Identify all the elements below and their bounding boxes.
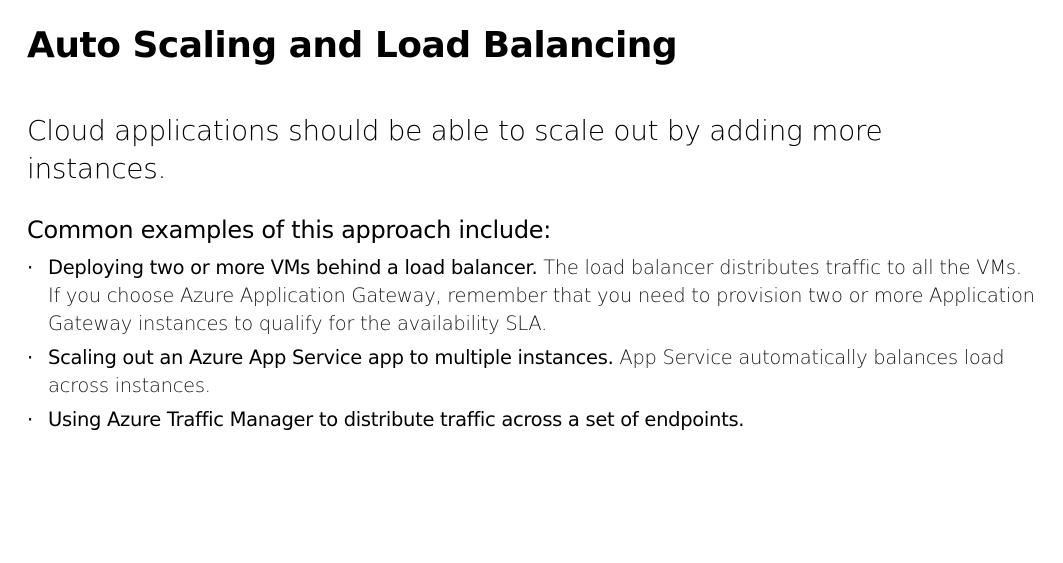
bullet-marker: ·	[27, 408, 33, 431]
list-item: · Deploying two or more VMs behind a loa…	[27, 254, 1037, 338]
examples-heading: Common examples of this approach include…	[27, 216, 552, 244]
bullet-lead: Using Azure Traffic Manager to distribut…	[48, 408, 745, 431]
list-item: · Scaling out an Azure App Service app t…	[27, 344, 1037, 400]
bullet-lead: Scaling out an Azure App Service app to …	[48, 346, 614, 369]
list-item: · Using Azure Traffic Manager to distrib…	[27, 406, 1037, 434]
slide: Auto Scaling and Load Balancing Cloud ap…	[0, 0, 1063, 563]
intro-text: Cloud applications should be able to sca…	[27, 114, 883, 185]
bullet-marker: ·	[27, 256, 33, 279]
bullet-marker: ·	[27, 346, 33, 369]
bullet-lead: Deploying two or more VMs behind a load …	[48, 256, 538, 279]
examples-list: · Deploying two or more VMs behind a loa…	[27, 254, 1037, 440]
slide-title: Auto Scaling and Load Balancing	[27, 25, 678, 66]
